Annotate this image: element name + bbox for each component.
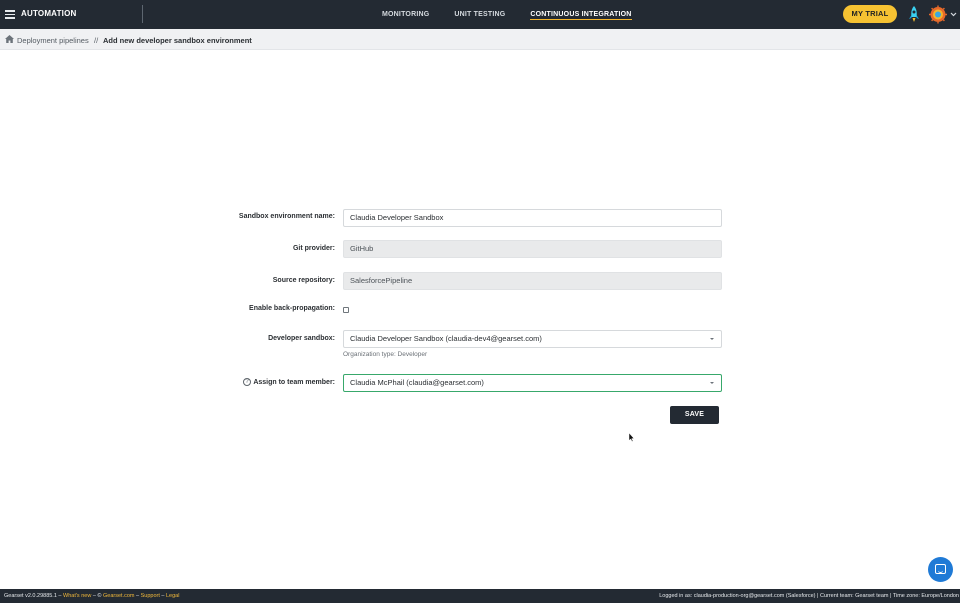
chat-icon [935, 564, 946, 574]
git-provider-field: GitHub [343, 240, 722, 258]
breadcrumb-current: Add new developer sandbox environment [103, 36, 252, 45]
avatar[interactable] [929, 5, 957, 24]
legal-link[interactable]: Legal [166, 593, 179, 599]
nav-divider [142, 5, 143, 23]
source-repository-field: SalesforcePipeline [343, 272, 722, 290]
nav-tabs: MONITORING UNIT TESTING CONTINUOUS INTEG… [382, 0, 657, 29]
team-member-label: Assign to team member: [253, 379, 335, 386]
hamburger-menu-icon[interactable] [5, 10, 15, 19]
developer-sandbox-label: Developer sandbox: [268, 335, 335, 342]
breadcrumb: Deployment pipelines // Add new develope… [0, 29, 960, 50]
gearset-com-link[interactable]: Gearset.com [103, 593, 134, 599]
organization-type-hint: Organization type: Developer [343, 351, 428, 358]
team-member-select[interactable]: Claudia McPhail (claudia@gearset.com) [343, 374, 722, 392]
footer-separator: – © [91, 593, 103, 599]
chat-support-button[interactable] [928, 557, 953, 582]
breadcrumb-link-deployment-pipelines[interactable]: Deployment pipelines [17, 36, 89, 45]
my-trial-button[interactable]: MY TRIAL [843, 5, 897, 23]
back-propagation-label: Enable back-propagation: [249, 305, 335, 312]
top-nav: AUTOMATION MONITORING UNIT TESTING CONTI… [0, 0, 960, 29]
sandbox-name-input[interactable]: Claudia Developer Sandbox [343, 209, 722, 227]
sandbox-name-label: Sandbox environment name: [238, 213, 335, 220]
mouse-cursor-icon [629, 433, 635, 442]
save-button[interactable]: SAVE [670, 406, 719, 424]
rocket-icon[interactable] [908, 6, 920, 23]
tab-unit-testing[interactable]: UNIT TESTING [454, 0, 505, 29]
app-title[interactable]: AUTOMATION [21, 9, 76, 18]
footer: Gearset v2.0.29885.1 – What's new – © Ge… [0, 589, 960, 603]
support-link[interactable]: Support [141, 593, 160, 599]
back-propagation-checkbox[interactable] [343, 307, 349, 313]
tab-monitoring[interactable]: MONITORING [382, 0, 429, 29]
avatar-icon [929, 5, 957, 24]
breadcrumb-separator: // [94, 36, 99, 45]
tab-continuous-integration[interactable]: CONTINUOUS INTEGRATION [530, 0, 632, 29]
whats-new-link[interactable]: What's new [63, 593, 91, 599]
developer-sandbox-select[interactable]: Claudia Developer Sandbox (claudia-dev4@… [343, 330, 722, 348]
source-repository-label: Source repository: [272, 277, 335, 284]
git-provider-label: Git provider: [292, 245, 335, 252]
home-icon[interactable] [5, 35, 14, 43]
footer-session-info: Logged in as: claudia-production-org@gea… [659, 593, 959, 599]
chevron-down-icon [950, 12, 957, 17]
footer-left: Gearset v2.0.29885.1 – What's new – © Ge… [4, 589, 179, 603]
version-text: Gearset v2.0.29885.1 [4, 593, 57, 599]
